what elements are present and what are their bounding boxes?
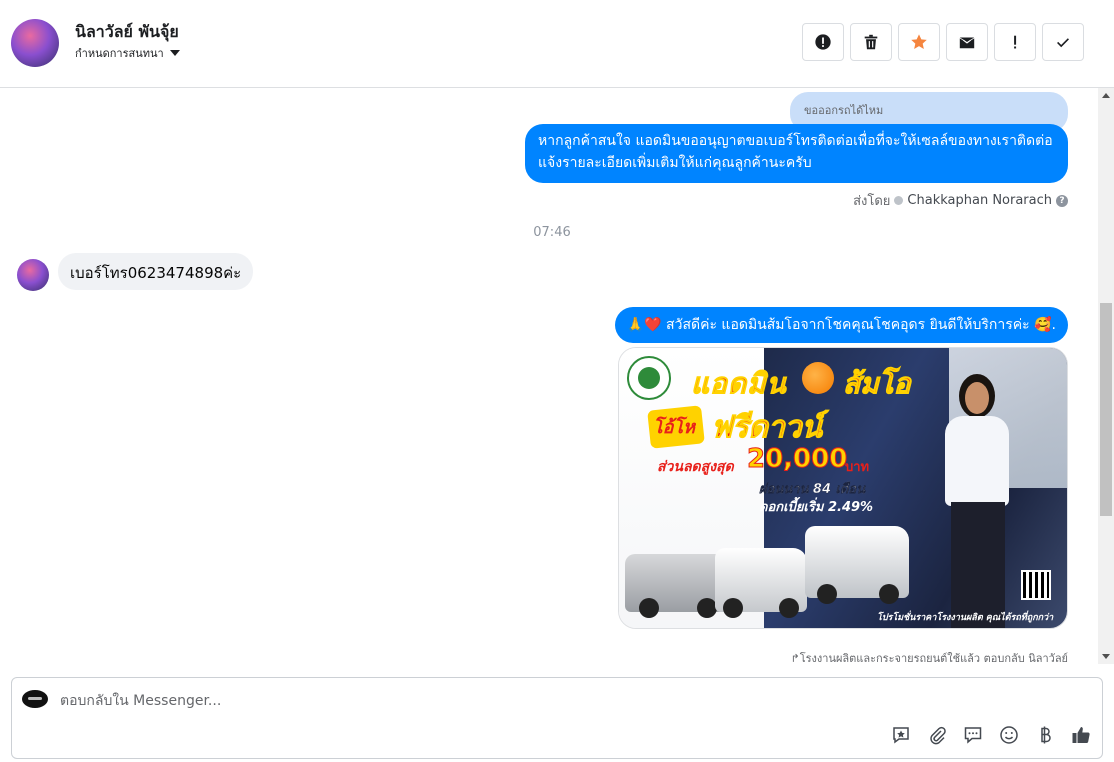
- help-icon[interactable]: ?: [1056, 194, 1068, 207]
- emoji-button[interactable]: [998, 724, 1020, 746]
- car-white-pickup: [805, 526, 909, 604]
- incoming-message[interactable]: เบอร์โทร0623474898ค่ะ: [58, 253, 254, 290]
- move-to-inbox-button[interactable]: [946, 23, 988, 61]
- scrollbar-thumb[interactable]: [1100, 303, 1112, 516]
- reply-caption-text: โรงงานผลิตและกระจายรถยนต์ใช้แล้ว ตอบกลับ…: [799, 652, 1068, 664]
- promo-discount-label: ส่วนลดสูงสุด: [657, 459, 734, 475]
- dealer-logo-icon: [627, 356, 671, 400]
- promo-image[interactable]: แอดมิน ส้มโอ โอ้โห ฟรีดาวน์ ส่วนลดสูงสุด…: [618, 347, 1068, 629]
- like-button[interactable]: [1070, 724, 1092, 746]
- promo-discount-value: 20,000: [746, 444, 848, 475]
- emoji-icon: [1000, 726, 1018, 744]
- conversation-toolbar: [802, 23, 1084, 61]
- attachment-icon: [930, 726, 946, 745]
- contact-avatar-small[interactable]: [17, 259, 49, 291]
- promo-title-right: ส้มโอ: [842, 367, 911, 401]
- page-avatar: [22, 690, 48, 708]
- promo-title-left: แอดมิน: [691, 367, 787, 401]
- sent-by-label: ส่งโดย: [853, 194, 891, 209]
- car-silver-sedan: [625, 554, 729, 618]
- reply-caption: ↱โรงงานผลิตและกระจายรถยนต์ใช้แล้ว ตอบกลั…: [790, 652, 1068, 664]
- like-icon: [1072, 727, 1090, 744]
- inbox-icon: [959, 37, 975, 49]
- caret-down-icon: [169, 50, 180, 56]
- baht-icon: [1041, 726, 1051, 744]
- mark-spam-button[interactable]: [802, 23, 844, 61]
- promo-footer: โปรโมชั่นราคาโรงงานผลิต คุณได้รถที่ถูกกว…: [877, 613, 1054, 623]
- payment-button[interactable]: [1034, 724, 1056, 746]
- promo-give: โอ้โห: [653, 417, 696, 438]
- quick-reply-icon: [964, 727, 982, 744]
- car-white-sedan: [715, 548, 807, 618]
- sent-by-info: ส่งโดย Chakkaphan Norarach ?: [853, 190, 1068, 211]
- quick-reply-button[interactable]: [962, 724, 984, 746]
- orange-icon: [802, 362, 834, 394]
- contact-name[interactable]: นิลาวัลย์ พันจุ้ย: [75, 20, 179, 45]
- message-timestamp: 07:46: [533, 225, 571, 240]
- outgoing-message[interactable]: 🙏❤️ สวัสดีค่ะ แอดมินส้มโอจากโชคคุณโชคอุด…: [614, 307, 1068, 343]
- assign-conversation-dropdown[interactable]: กำหนดการสนทนา: [75, 44, 180, 62]
- thread-scrollbar[interactable]: [1098, 88, 1114, 664]
- qr-code-icon: [1021, 570, 1051, 600]
- exclamation-icon: [1014, 35, 1017, 49]
- follow-up-button[interactable]: [994, 23, 1036, 61]
- contact-avatar[interactable]: [11, 19, 59, 67]
- reply-input[interactable]: [60, 690, 960, 712]
- agent-status-icon: [894, 196, 904, 205]
- scroll-down-arrow-icon[interactable]: [1102, 654, 1110, 659]
- scroll-up-arrow-icon[interactable]: [1102, 93, 1110, 98]
- sent-by-agent[interactable]: Chakkaphan Norarach: [907, 193, 1052, 208]
- delete-button[interactable]: [850, 23, 892, 61]
- saved-reply-button[interactable]: [890, 724, 912, 746]
- mark-done-button[interactable]: [1042, 23, 1084, 61]
- star-button[interactable]: [898, 23, 940, 61]
- message-thread[interactable]: ขอออกรถได้ไหม หากลูกค้าสนใจ แอดมินขออนุญ…: [0, 88, 1098, 664]
- alert-circle-icon: [815, 34, 831, 50]
- check-icon: [1057, 38, 1069, 48]
- conversation-header: นิลาวัลย์ พันจุ้ย กำหนดการสนทนา: [0, 0, 1114, 88]
- admin-photo: [937, 374, 1017, 628]
- composer-tools: [890, 724, 1092, 746]
- attach-button[interactable]: [926, 724, 948, 746]
- saved-reply-icon: [893, 727, 909, 744]
- trash-icon: [864, 34, 878, 50]
- assign-label: กำหนดการสนทนา: [75, 47, 164, 60]
- promo-discount-unit: บาท: [845, 460, 870, 475]
- outgoing-message[interactable]: หากลูกค้าสนใจ แอดมินขออนุญาตขอเบอร์โทรติ…: [525, 124, 1068, 183]
- message-composer: [11, 677, 1103, 759]
- star-icon: [911, 34, 927, 50]
- promo-interest: ดอกเบี้ยเริ่ม 2.49%: [759, 500, 874, 515]
